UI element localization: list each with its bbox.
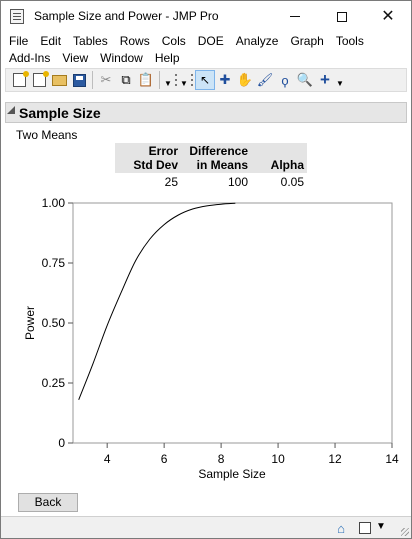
x-tick-label: 12	[328, 452, 342, 466]
home-icon[interactable]: ⌂	[332, 520, 350, 536]
y-tick-label: 0.75	[42, 256, 66, 270]
disclosure-triangle-icon[interactable]	[7, 106, 15, 114]
resize-grip-icon[interactable]	[401, 528, 409, 536]
jmp-app-icon	[10, 9, 24, 24]
menu-add-ins[interactable]: Add-Ins	[9, 50, 50, 66]
header-difference-in-means: Difference in Means	[181, 143, 251, 173]
minimize-icon	[290, 16, 300, 17]
menu-rows[interactable]: Rows	[120, 33, 150, 49]
add-tool-icon[interactable]: +	[315, 70, 335, 90]
menu-bar: File Edit Tables Rows Cols DOE Analyze G…	[1, 33, 411, 67]
y-tick-label: 0	[58, 436, 65, 450]
arrow-tool-icon[interactable]: ↖	[195, 70, 215, 90]
x-tick-label: 6	[161, 452, 168, 466]
close-button[interactable]: ✕	[365, 1, 411, 32]
menu-file[interactable]: File	[9, 33, 28, 49]
status-bar: ⌂ ▼	[1, 516, 411, 538]
crosshair-tool-icon[interactable]: ✚	[215, 70, 235, 90]
open-data-table-icon[interactable]	[29, 70, 49, 90]
window-title: Sample Size and Power - JMP Pro	[34, 9, 219, 23]
x-tick-label: 4	[104, 452, 111, 466]
menu-analyze[interactable]: Analyze	[236, 33, 279, 49]
lasso-tool-icon[interactable]: ϙ	[275, 70, 295, 90]
menu-help[interactable]: Help	[155, 50, 180, 66]
menu-edit[interactable]: Edit	[40, 33, 61, 49]
x-axis-label: Sample Size	[198, 467, 266, 481]
x-tick-label: 8	[218, 452, 225, 466]
grabber-tool-icon[interactable]: ✋	[235, 70, 255, 90]
y-tick-label: 0.25	[42, 376, 66, 390]
menu-tables[interactable]: Tables	[73, 33, 108, 49]
toolbar-separator	[159, 71, 160, 89]
y-axis-label: Power	[23, 306, 37, 340]
magnifier-tool-icon[interactable]: 🔍	[295, 70, 315, 90]
toolbar-separator	[92, 71, 93, 89]
toolbar-overflow-icon[interactable]: ▼	[335, 70, 345, 90]
close-icon: ✕	[381, 7, 395, 25]
header-alpha: Alpha	[251, 143, 307, 173]
open-file-icon[interactable]	[49, 70, 69, 90]
menu-tools[interactable]: Tools	[336, 33, 364, 49]
menu-cols[interactable]: Cols	[162, 33, 186, 49]
window-list-icon[interactable]	[359, 522, 371, 534]
chevron-down-icon[interactable]: ▼	[376, 521, 386, 532]
x-tick-label: 10	[271, 452, 285, 466]
paste-icon[interactable]: 📋	[136, 70, 156, 90]
toolbar-overflow-icon[interactable]: ▼	[163, 70, 173, 90]
y-tick-label: 0.50	[42, 316, 66, 330]
x-tick-label: 14	[385, 452, 399, 466]
toolbar-overflow-icon[interactable]: ▼	[179, 70, 189, 90]
header-error-std-dev: Error Std Dev	[115, 143, 181, 173]
new-data-table-icon[interactable]	[9, 70, 29, 90]
maximize-icon	[337, 11, 347, 22]
menu-row-1: File Edit Tables Rows Cols DOE Analyze G…	[1, 33, 411, 49]
cut-icon[interactable]: ✂	[96, 70, 116, 90]
menu-doe[interactable]: DOE	[198, 33, 224, 49]
plot-frame	[72, 202, 393, 444]
menu-row-2: Add-Ins View Window Help	[1, 50, 411, 66]
title-bar[interactable]: Sample Size and Power - JMP Pro ✕	[1, 1, 411, 32]
maximize-button[interactable]	[319, 1, 365, 32]
x-axis: 4 6 8 10 12 14	[104, 443, 399, 466]
y-axis: 0 0.25 0.50 0.75 1.00	[42, 196, 73, 450]
menu-graph[interactable]: Graph	[290, 33, 323, 49]
toolbar: ✂ ⧉ 📋 ▼ ▼ ↖ ✚ ✋ 🖌 ϙ 🔍 + ▼	[5, 68, 407, 92]
back-button[interactable]: Back	[18, 493, 78, 512]
menu-view[interactable]: View	[62, 50, 88, 66]
brush-tool-icon[interactable]: 🖌	[255, 70, 275, 90]
minimize-button[interactable]	[272, 1, 318, 32]
y-tick-label: 1.00	[42, 196, 66, 210]
analysis-subtitle: Two Means	[16, 128, 78, 142]
menu-window[interactable]: Window	[100, 50, 143, 66]
sample-size-outline-header[interactable]: Sample Size	[5, 102, 407, 123]
save-icon[interactable]	[69, 70, 89, 90]
outline-title: Sample Size	[19, 105, 101, 121]
parameter-table: Error Std Dev Difference in Means Alpha 25…	[115, 143, 307, 191]
copy-icon[interactable]: ⧉	[116, 70, 136, 90]
power-chart[interactable]: 00.250.500.751.00 4 6 8 10 12 14 Sample Size …	[1, 189, 412, 489]
jmp-window: Sample Size and Power - JMP Pro ✕ File E…	[0, 0, 412, 539]
